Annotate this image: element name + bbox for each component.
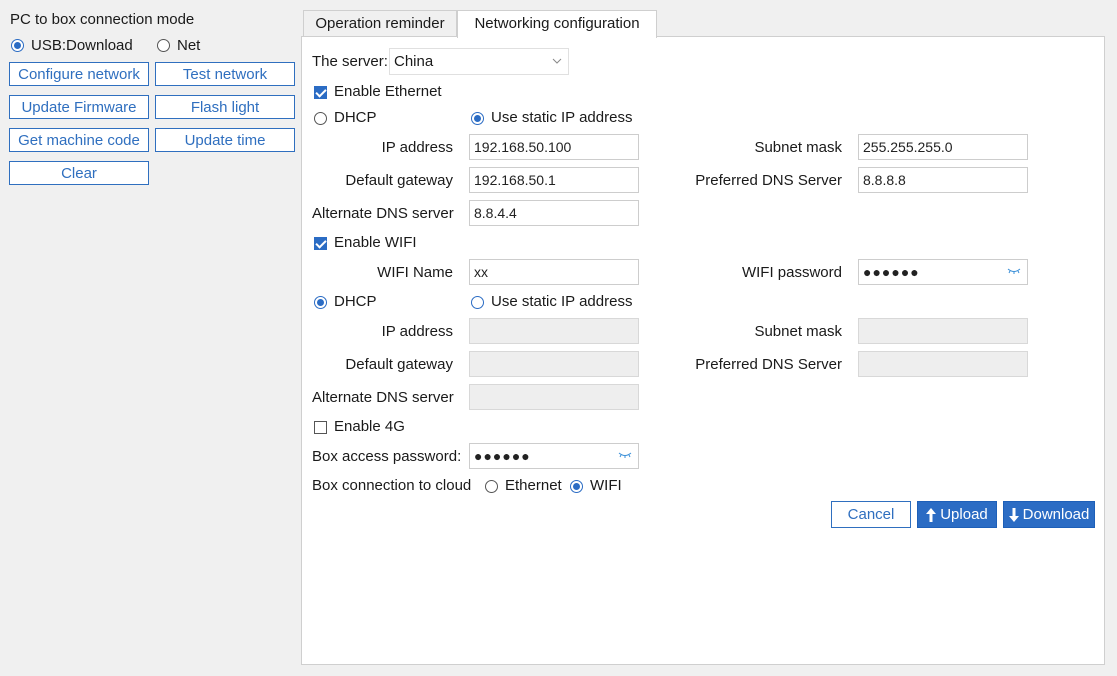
ethernet-subnet-field[interactable]: 255.255.255.0 xyxy=(858,134,1028,160)
server-select[interactable]: China xyxy=(389,48,569,75)
tab-operation-reminder[interactable]: Operation reminder xyxy=(303,10,457,36)
box-password-value: ●●●●●● xyxy=(474,448,531,464)
wifi-name-field[interactable]: xx xyxy=(469,259,639,285)
wifi-alt-dns-field xyxy=(469,384,639,410)
get-machine-code-button[interactable]: Get machine code xyxy=(9,128,149,152)
wifi-dhcp-radio[interactable] xyxy=(314,296,327,309)
wifi-subnet-field xyxy=(858,318,1028,344)
cloud-ethernet-radio[interactable] xyxy=(485,480,498,493)
configure-network-button[interactable]: Configure network xyxy=(9,62,149,86)
tab-networking-configuration[interactable]: Networking configuration xyxy=(457,10,657,38)
enable-wifi-checkbox[interactable] xyxy=(314,237,327,250)
ethernet-gateway-label: Default gateway xyxy=(345,172,453,189)
wifi-static-radio[interactable] xyxy=(471,296,484,309)
mode-net-label[interactable]: Net xyxy=(177,37,200,55)
ethernet-pref-dns-label: Preferred DNS Server xyxy=(695,172,842,189)
wifi-alt-dns-label: Alternate DNS server xyxy=(312,389,454,406)
ethernet-dhcp-label[interactable]: DHCP xyxy=(334,109,377,127)
arrow-up-icon xyxy=(926,508,937,523)
enable-ethernet-checkbox[interactable] xyxy=(314,86,327,99)
ethernet-pref-dns-field[interactable]: 8.8.8.8 xyxy=(858,167,1028,193)
update-time-button[interactable]: Update time xyxy=(155,128,295,152)
ethernet-static-radio[interactable] xyxy=(471,112,484,125)
ethernet-ip-label: IP address xyxy=(381,139,453,156)
wifi-gateway-label: Default gateway xyxy=(345,356,453,373)
wifi-name-label: WIFI Name xyxy=(377,264,453,281)
enable-ethernet-label[interactable]: Enable Ethernet xyxy=(334,83,442,101)
chevron-down-icon xyxy=(552,58,562,64)
ethernet-alt-dns-field[interactable]: 8.8.4.4 xyxy=(469,200,639,226)
cloud-connection-label: Box connection to cloud xyxy=(312,477,472,494)
wifi-static-label[interactable]: Use static IP address xyxy=(491,293,632,311)
cloud-wifi-radio[interactable] xyxy=(570,480,583,493)
ethernet-ip-field[interactable]: 192.168.50.100 xyxy=(469,134,639,160)
enable-wifi-label[interactable]: Enable WIFI xyxy=(334,234,417,252)
ethernet-subnet-label: Subnet mask xyxy=(754,139,842,156)
wifi-ip-field xyxy=(469,318,639,344)
wifi-pref-dns-label: Preferred DNS Server xyxy=(695,356,842,373)
connection-mode-title: PC to box connection mode xyxy=(10,11,195,28)
update-firmware-button[interactable]: Update Firmware xyxy=(9,95,149,119)
mode-net-radio[interactable] xyxy=(157,39,170,52)
download-button[interactable]: Download xyxy=(1003,501,1095,528)
wifi-subnet-label: Subnet mask xyxy=(754,323,842,340)
cancel-button[interactable]: Cancel xyxy=(831,501,911,528)
enable-4g-label[interactable]: Enable 4G xyxy=(334,418,405,436)
wifi-ip-label: IP address xyxy=(381,323,453,340)
wifi-password-field[interactable]: ●●●●●● xyxy=(858,259,1028,285)
wifi-dhcp-label[interactable]: DHCP xyxy=(334,293,377,311)
box-password-label: Box access password: xyxy=(312,448,462,465)
download-label: Download xyxy=(1022,506,1090,523)
upload-label: Upload xyxy=(940,506,988,523)
wifi-gateway-field xyxy=(469,351,639,377)
upload-button[interactable]: Upload xyxy=(917,501,997,528)
cloud-wifi-label[interactable]: WIFI xyxy=(590,477,622,495)
ethernet-static-label[interactable]: Use static IP address xyxy=(491,109,632,127)
server-select-value: China xyxy=(394,53,434,70)
flash-light-button[interactable]: Flash light xyxy=(155,95,295,119)
enable-4g-checkbox[interactable] xyxy=(314,421,327,434)
test-network-button[interactable]: Test network xyxy=(155,62,295,86)
box-password-field[interactable]: ●●●●●● xyxy=(469,443,639,469)
wifi-password-label: WIFI password xyxy=(741,264,842,281)
ethernet-dhcp-radio[interactable] xyxy=(314,112,327,125)
arrow-down-icon xyxy=(1008,508,1019,523)
eye-closed-icon[interactable] xyxy=(1007,264,1021,278)
server-label: The server: xyxy=(312,53,388,70)
clear-button[interactable]: Clear xyxy=(9,161,149,185)
mode-usb-radio[interactable] xyxy=(11,39,24,52)
cloud-ethernet-label[interactable]: Ethernet xyxy=(505,477,562,495)
mode-usb-label[interactable]: USB:Download xyxy=(31,37,133,55)
ethernet-alt-dns-label: Alternate DNS server xyxy=(312,205,454,222)
wifi-password-value: ●●●●●● xyxy=(863,264,920,280)
eye-closed-icon[interactable] xyxy=(618,448,632,462)
wifi-pref-dns-field xyxy=(858,351,1028,377)
ethernet-gateway-field[interactable]: 192.168.50.1 xyxy=(469,167,639,193)
